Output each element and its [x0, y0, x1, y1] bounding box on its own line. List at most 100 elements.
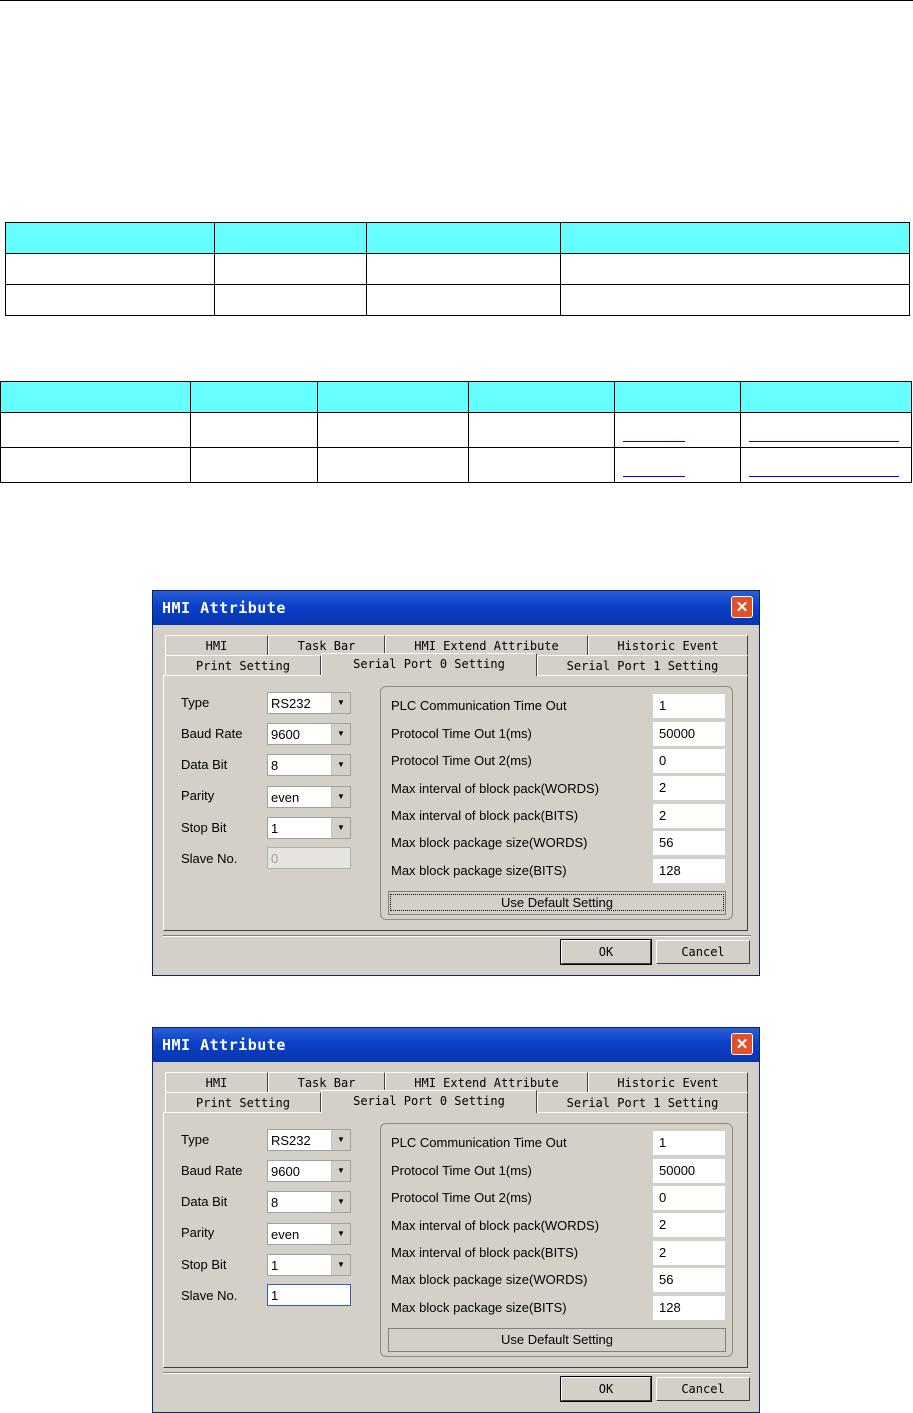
data-bit-select[interactable]: 8 ▼ [267, 1191, 351, 1213]
close-button[interactable]: ✕ [731, 596, 753, 618]
data-bit-select[interactable]: 8 ▼ [267, 754, 351, 776]
baud-rate-select[interactable]: 9600 ▼ [267, 723, 351, 745]
tab-print-setting[interactable]: Print Setting [165, 655, 321, 675]
tab-historic-event[interactable]: Historic Event [588, 635, 748, 655]
param-input[interactable]: 50000 [653, 722, 725, 746]
dropdown-arrow-icon[interactable]: ▼ [331, 787, 350, 807]
link[interactable] [749, 458, 899, 477]
dropdown-arrow-icon[interactable]: ▼ [331, 1130, 350, 1150]
baud-rate-label: Baud Rate [181, 1163, 243, 1178]
use-default-setting-button[interactable]: Use Default Setting [388, 1328, 726, 1352]
stop-bit-select[interactable]: 1 ▼ [267, 1254, 351, 1276]
param-input[interactable]: 0 [653, 1186, 725, 1210]
slave-no-input[interactable]: 1 [267, 1284, 351, 1306]
param-value: 50000 [659, 1163, 696, 1178]
dropdown-arrow-icon[interactable]: ▼ [331, 818, 350, 838]
param-input[interactable]: 2 [653, 776, 725, 800]
dropdown-arrow-icon[interactable]: ▼ [331, 724, 350, 744]
link[interactable] [623, 423, 685, 442]
param-input[interactable]: 0 [653, 749, 725, 773]
type-select[interactable]: RS232 ▼ [267, 1129, 351, 1151]
param-input[interactable]: 56 [653, 1268, 725, 1292]
param-input[interactable]: 2 [653, 1213, 725, 1237]
table-cell [0, 412, 191, 448]
type-select[interactable]: RS232 ▼ [267, 692, 351, 714]
tab-hmi[interactable]: HMI [165, 635, 268, 655]
tab-serial-port-0-setting[interactable]: Serial Port 0 Setting [321, 653, 537, 676]
cancel-button[interactable]: Cancel [656, 1377, 750, 1401]
parity-select[interactable]: even ▼ [267, 786, 351, 808]
baud-rate-value: 9600 [271, 727, 300, 742]
param-label: Max interval of block pack(WORDS) [391, 781, 600, 796]
table-row [0, 412, 912, 448]
param-label: Protocol Time Out 2(ms) [391, 1190, 532, 1205]
use-default-setting-button[interactable]: Use Default Setting [388, 891, 726, 915]
table-cell [5, 284, 215, 316]
tab-hmi-extend-attribute[interactable]: HMI Extend Attribute [385, 1072, 588, 1092]
table-cell [190, 447, 318, 483]
dropdown-arrow-icon[interactable]: ▼ [331, 693, 350, 713]
param-input[interactable]: 56 [653, 831, 725, 855]
table-cell [740, 412, 912, 448]
param-input[interactable]: 50000 [653, 1159, 725, 1183]
param-input[interactable]: 1 [653, 694, 725, 718]
close-icon: ✕ [735, 599, 749, 616]
table-cell [614, 447, 741, 483]
stop-bit-select[interactable]: 1 ▼ [267, 817, 351, 839]
button-separator [163, 1372, 751, 1374]
tab-hmi[interactable]: HMI [165, 1072, 268, 1092]
cancel-button[interactable]: Cancel [656, 940, 750, 964]
table-cell [560, 253, 910, 285]
table-cell [366, 284, 561, 316]
dialog-title: HMI Attribute [162, 599, 286, 617]
tab-serial-port-1-setting[interactable]: Serial Port 1 Setting [537, 1092, 748, 1112]
ok-button[interactable]: OK [560, 939, 652, 965]
table-cell [614, 381, 741, 413]
stop-bit-label: Stop Bit [181, 820, 227, 835]
param-value: 56 [659, 835, 674, 850]
close-button[interactable]: ✕ [731, 1033, 753, 1055]
param-label: Max interval of block pack(WORDS) [391, 1218, 600, 1233]
link[interactable] [623, 458, 685, 477]
dropdown-arrow-icon[interactable]: ▼ [331, 1255, 350, 1275]
param-label: Max block package size(BITS) [391, 1300, 567, 1315]
tab-print-setting[interactable]: Print Setting [165, 1092, 321, 1112]
hmi-attribute-dialog-1: HMI Attribute ✕ HMI Task Bar HMI Extend … [152, 590, 760, 976]
table-cell [317, 447, 469, 483]
param-value: 56 [659, 1272, 674, 1287]
table-cell [560, 222, 910, 254]
parity-select[interactable]: even ▼ [267, 1223, 351, 1245]
dropdown-arrow-icon[interactable]: ▼ [331, 1161, 350, 1181]
table-cell [740, 447, 912, 483]
tab-hmi-extend-attribute[interactable]: HMI Extend Attribute [385, 635, 588, 655]
tab-serial-port-0-setting[interactable]: Serial Port 0 Setting [321, 1090, 537, 1113]
slave-no-value: 1 [271, 1288, 279, 1303]
table-cell [614, 412, 741, 448]
param-input[interactable]: 128 [653, 1296, 725, 1320]
dropdown-arrow-icon[interactable]: ▼ [331, 1192, 350, 1212]
table-cell [317, 412, 469, 448]
tab-task-bar[interactable]: Task Bar [268, 635, 385, 655]
dropdown-arrow-icon[interactable]: ▼ [331, 1224, 350, 1244]
table-cell [0, 381, 191, 413]
param-input[interactable]: 128 [653, 859, 725, 883]
tab-serial-port-1-setting[interactable]: Serial Port 1 Setting [537, 655, 748, 675]
table-cell [190, 381, 318, 413]
tab-historic-event[interactable]: Historic Event [588, 1072, 748, 1092]
dropdown-arrow-icon[interactable]: ▼ [331, 755, 350, 775]
page-top-rule [0, 0, 913, 1]
use-default-setting-label: Use Default Setting [500, 1332, 613, 1347]
ok-button[interactable]: OK [560, 1376, 652, 1402]
param-value: 2 [659, 808, 667, 823]
param-input[interactable]: 2 [653, 1241, 725, 1265]
title-bar: HMI Attribute ✕ [153, 1028, 759, 1062]
baud-rate-select[interactable]: 9600 ▼ [267, 1160, 351, 1182]
slave-no-label: Slave No. [181, 1288, 238, 1303]
stop-bit-value: 1 [271, 821, 279, 836]
param-input[interactable]: 2 [653, 804, 725, 828]
param-input[interactable]: 1 [653, 1131, 725, 1155]
use-default-setting-label: Use Default Setting [389, 894, 725, 911]
type-label: Type [181, 1132, 210, 1147]
tab-task-bar[interactable]: Task Bar [268, 1072, 385, 1092]
link[interactable] [749, 423, 899, 442]
